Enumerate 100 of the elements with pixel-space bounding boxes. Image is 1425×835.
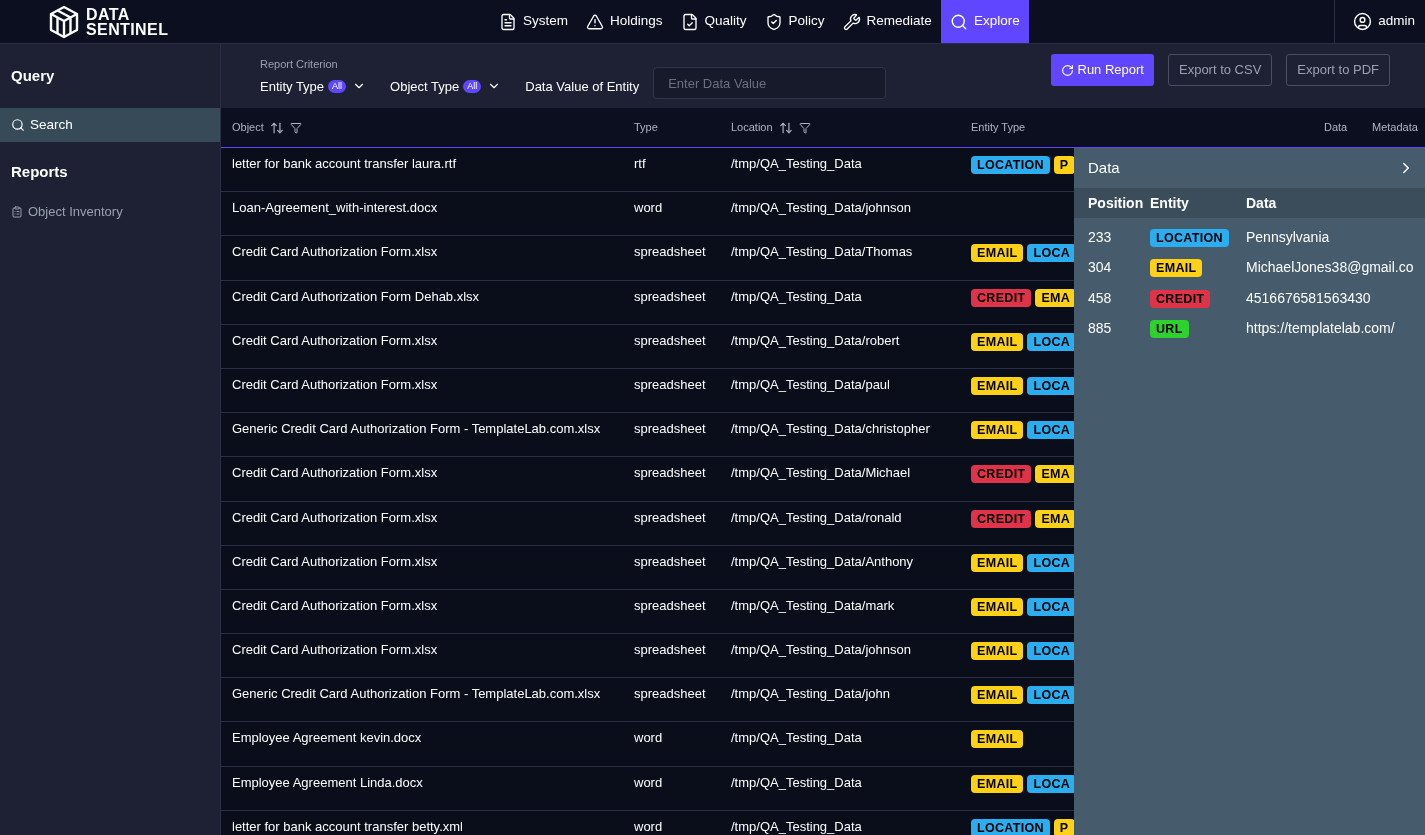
table-cell: /tmp/QA_Testing_Data [731, 774, 862, 790]
table-row[interactable]: letter for bank account transfer laura.rtf rtf /tmp/QA_Testing_Data LOCATION P [221, 148, 1074, 193]
table-row[interactable]: Credit Card Authorization Form.xlsx spreadsheet /tmp/QA_Testing_Data/Anthony EMAIL LOCA [221, 545, 1074, 590]
entity-tag: EMA [1035, 465, 1074, 484]
table-cell: word [634, 730, 663, 746]
cube-logo-icon [48, 4, 80, 39]
table-row[interactable]: Credit Card Authorization Form.xlsx spreadsheet /tmp/QA_Testing_Data/paul EMAIL LOCA [221, 368, 1074, 414]
table-cell-text: 233 [1088, 227, 1113, 247]
table-row[interactable]: letter for bank account transfer betty.xml word /tmp/QA_Testing_Data LOCATION P [221, 810, 1074, 835]
table-row[interactable]: Credit Card Authorization Form.xlsx spreadsheet /tmp/QA_Testing_Data/mark EMAIL LOCA [221, 589, 1074, 635]
table-cell: Credit Card Authorization Form Dehab.xlsx [232, 288, 480, 304]
table-cell: spreadsheet [634, 509, 706, 525]
table-cell: /tmp/QA_Testing_Data/robert [731, 332, 900, 348]
table-row[interactable]: Loan-Agreement_with-interest.docx word /tmp/QA_Testing_Data/johnson [221, 192, 1074, 237]
table-row[interactable]: Credit Card Authorization Form.xlsx spreadsheet /tmp/QA_Testing_Data/ronald CREDIT EMA [221, 501, 1074, 546]
table-row[interactable]: Employee Agreement Linda.docx word /tmp/QA_Testing_Data EMAIL LOCA [221, 766, 1074, 811]
entity-tag: LOCATION [1150, 228, 1229, 247]
table-cell: spreadsheet [634, 244, 706, 260]
table-cell: /tmp/QA_Testing_Data/Michael [731, 465, 911, 481]
entity-tag: EMA [1035, 288, 1074, 307]
table-row[interactable]: Employee Agreement kevin.docx word /tmp/QA_Testing_Data EMAIL [221, 722, 1074, 767]
nav-label: System [523, 12, 568, 31]
sidebar-item[interactable]: Search [0, 108, 220, 142]
filter-icon[interactable] [289, 121, 302, 134]
table-cell: Loan-Agreement_with-interest.docx [232, 200, 438, 216]
column-header: Data [1246, 193, 1277, 213]
entity-tag: LOCA [1027, 686, 1074, 705]
table-cell: Credit Card Authorization Form.xlsx [232, 465, 438, 481]
section-title: Query [11, 65, 55, 86]
table-cell: spreadsheet [634, 288, 706, 304]
clipboard-icon [11, 206, 23, 218]
table-cell: spreadsheet [634, 465, 706, 481]
nav-label: Remediate [866, 12, 932, 31]
entity-tag: EMAIL [1150, 259, 1203, 278]
nav-tab[interactable]: Remediate [833, 0, 941, 43]
nav-tab[interactable]: Holdings [577, 0, 672, 43]
document-check-icon [680, 12, 699, 31]
entity-tag: EMAIL [971, 332, 1024, 351]
user-menu[interactable]: admin [1334, 0, 1425, 43]
filter-dropdown[interactable]: Entity Type All [260, 76, 367, 96]
table-cell: word [634, 200, 663, 216]
table-row[interactable]: Credit Card Authorization Form.xlsx spreadsheet /tmp/QA_Testing_Data/Thomas EMAIL LOCA [221, 236, 1074, 281]
column-header: Entity Type [971, 120, 1026, 136]
nav-tab[interactable]: Quality [671, 0, 756, 43]
export-button[interactable]: Export to CSV [1168, 54, 1273, 86]
table-cell: /tmp/QA_Testing_Data/paul [731, 376, 890, 392]
table-cell: rtf [634, 156, 646, 171]
entity-tag: EMAIL [971, 553, 1024, 572]
table-cell-text: https://templatelab.com/ [1246, 319, 1395, 339]
input-field[interactable]: Enter Data Value [653, 67, 887, 99]
panel-title: Data [1088, 157, 1120, 178]
entity-tag: LOCA [1027, 642, 1074, 661]
column-header: Type [634, 120, 658, 136]
entity-tag: CREDIT [971, 465, 1032, 484]
table-cell: /tmp/QA_Testing_Data/mark [731, 597, 895, 613]
entity-tag: P [1053, 818, 1074, 835]
table-row[interactable]: Generic Credit Card Authorization Form - TemplateLab.com.xlsx spreadsheet /tmp/QA_Testing_Data/christopher EMAIL LOCA [221, 413, 1074, 458]
filter-badge: All [328, 79, 347, 93]
column-header: Object [232, 120, 264, 136]
table-cell: Credit Card Authorization Form.xlsx [232, 642, 438, 658]
column-header: Location [731, 120, 773, 136]
table-cell: /tmp/QA_Testing_Data/john [731, 686, 890, 702]
nav-tab[interactable]: Policy [755, 0, 834, 43]
column-header: Position [1088, 193, 1145, 213]
entity-tag: LOCA [1027, 597, 1074, 616]
table-row[interactable]: Credit Card Authorization Form.xlsx spreadsheet /tmp/QA_Testing_Data/johnson EMAIL LOCA [221, 634, 1074, 679]
entity-tag: CREDIT [1150, 289, 1211, 308]
table-cell: spreadsheet [634, 597, 706, 613]
nav-tab[interactable]: Explore [940, 0, 1029, 43]
table-row[interactable]: Credit Card Authorization Form.xlsx spreadsheet /tmp/QA_Testing_Data/Michael CREDIT EMA [221, 457, 1074, 502]
entity-tag: EMAIL [971, 244, 1024, 263]
search-icon [11, 118, 25, 132]
entity-tag: URL [1150, 320, 1189, 339]
nav-label: Quality [704, 12, 747, 31]
table-cell: /tmp/QA_Testing_Data [731, 156, 862, 171]
nav-tab[interactable]: System [490, 0, 577, 43]
entity-tag: EMAIL [971, 597, 1024, 616]
entity-tag: LOCA [1027, 244, 1074, 263]
table-cell: /tmp/QA_Testing_Data/Thomas [731, 244, 913, 260]
entity-tag: LOCA [1027, 332, 1074, 351]
table-row[interactable]: Generic Credit Card Authorization Form - TemplateLab.com.xlsx spreadsheet /tmp/QA_Testing_Data/john EMAIL LOCA [221, 678, 1074, 723]
table-cell: /tmp/QA_Testing_Data/Anthony [731, 553, 914, 569]
export-button[interactable]: Export to PDF [1286, 54, 1390, 86]
table-cell: spreadsheet [634, 332, 706, 348]
table-row[interactable]: Credit Card Authorization Form Dehab.xlsx spreadsheet /tmp/QA_Testing_Data CREDIT EMA [221, 280, 1074, 325]
sort-icon[interactable] [778, 120, 793, 135]
table-row[interactable]: Credit Card Authorization Form.xlsx spreadsheet /tmp/QA_Testing_Data/robert EMAIL LOCA [221, 324, 1074, 369]
sidebar-item[interactable]: Object Inventory [0, 202, 220, 222]
run-report-button[interactable]: Run Report [1050, 54, 1154, 86]
table-cell: Credit Card Authorization Form.xlsx [232, 332, 438, 348]
nav-label: Policy [788, 12, 825, 31]
table-cell-text: Pennsylvania [1246, 227, 1330, 247]
logo-text: DATA [86, 6, 131, 22]
sort-icon[interactable] [269, 120, 284, 135]
filter-icon[interactable] [798, 121, 811, 134]
entity-tag: EMAIL [971, 376, 1024, 395]
filter-dropdown[interactable]: Object Type All [390, 76, 502, 96]
table-cell: Generic Credit Card Authorization Form - TemplateLab.com.xlsx [232, 421, 601, 437]
table-cell: spreadsheet [634, 642, 706, 658]
entity-tag: LOCA [1027, 376, 1074, 395]
